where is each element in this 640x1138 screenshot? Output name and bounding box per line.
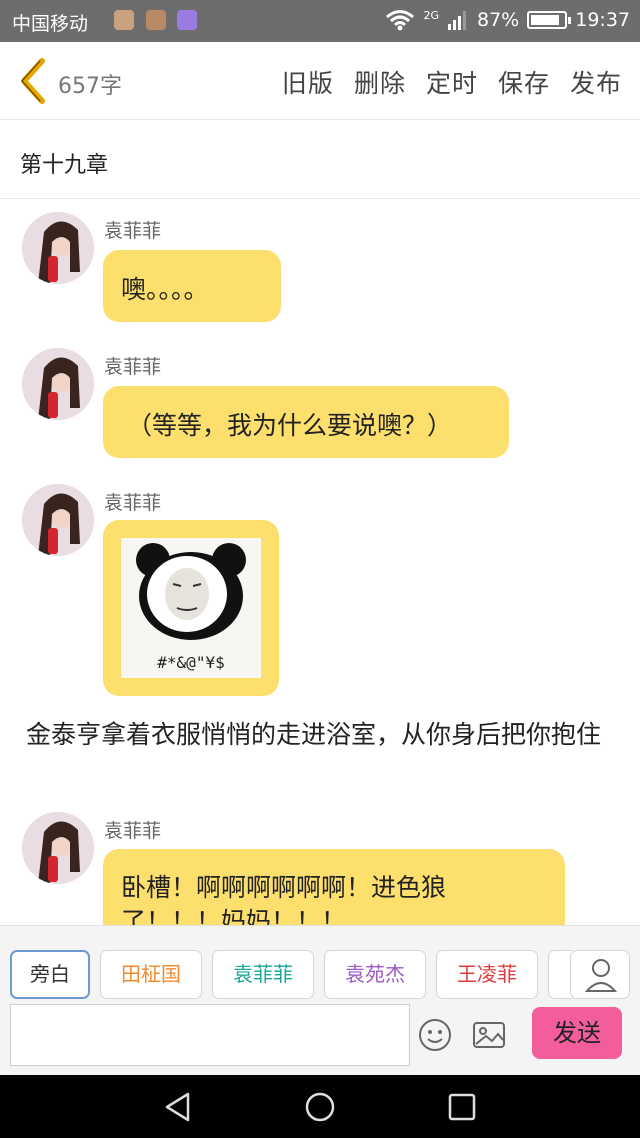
delete-button[interactable]: 删除	[354, 64, 406, 100]
character-name: 袁菲菲	[233, 962, 293, 986]
character-name: 袁苑杰	[345, 962, 405, 986]
old-version-button[interactable]: 旧版	[282, 64, 334, 100]
sticker-bubble[interactable]: #*&@"¥$	[103, 520, 279, 696]
system-nav-bar	[0, 1075, 640, 1138]
character-name: 王凌菲	[457, 962, 517, 986]
word-count: 657字	[58, 74, 122, 99]
chapter-title: 第十九章	[20, 153, 109, 178]
dialogue-bubble[interactable]: （等等，我为什么要说噢？）	[103, 386, 509, 458]
manage-characters-button[interactable]	[570, 950, 630, 999]
nav-home-icon[interactable]	[304, 1091, 336, 1123]
character-name: 田柾国	[121, 962, 181, 986]
chapter-title-row[interactable]: 第十九章	[0, 121, 640, 199]
carrier-label: 中国移动	[12, 13, 89, 35]
clock: 19:37	[575, 9, 630, 31]
speaker-name: 袁菲菲	[104, 492, 162, 514]
message-input[interactable]	[10, 1004, 410, 1066]
speaker-name: 袁菲菲	[104, 820, 162, 842]
emoji-icon[interactable]	[418, 1018, 452, 1052]
avatar	[22, 348, 94, 420]
nav-back-icon[interactable]	[162, 1091, 194, 1123]
dialogue-line: 卧槽！啊啊啊啊啊啊！进色狼	[121, 873, 447, 902]
panda-face-icon	[136, 543, 246, 640]
narration-text[interactable]: 金泰亨拿着衣服悄悄的走进浴室，从你身后把你抱住	[26, 718, 616, 752]
speaker-name: 袁菲菲	[104, 356, 162, 378]
save-button[interactable]: 保存	[498, 64, 550, 100]
avatar	[22, 212, 94, 284]
notification-cake-icon-2	[146, 10, 166, 30]
wifi-icon	[386, 10, 415, 31]
status-bar: 中国移动 2G 87% 19:37	[0, 0, 640, 42]
compose-panel: 旁白 田柾国 袁菲菲 袁苑杰 王凌菲 发送	[0, 925, 640, 1075]
avatar	[22, 484, 94, 556]
battery-percent: 87%	[477, 9, 520, 31]
send-label: 发送	[553, 1019, 601, 1047]
notification-cake-icon	[114, 10, 134, 30]
editor-toolbar: 657字 旧版 删除 定时 保存 发布	[0, 42, 640, 120]
avatar	[22, 812, 94, 884]
toolbar-actions: 旧版 删除 定时 保存 发布	[282, 64, 622, 100]
network-type: 2G	[423, 8, 439, 22]
back-chevron-icon[interactable]	[14, 56, 54, 106]
gallery-notification-icon	[177, 10, 197, 30]
send-button[interactable]: 发送	[532, 1007, 622, 1059]
sticker-caption: #*&@"¥$	[157, 653, 225, 672]
character-chip[interactable]: 袁苑杰	[324, 950, 426, 999]
signal-icon	[448, 11, 466, 30]
panda-meme-sticker: #*&@"¥$	[121, 538, 261, 678]
dialogue-bubble[interactable]: 噢。。。。	[103, 250, 281, 322]
speaker-name: 袁菲菲	[104, 220, 162, 242]
publish-button[interactable]: 发布	[570, 64, 622, 100]
dialogue-text: 噢。。。。	[121, 275, 209, 304]
schedule-button[interactable]: 定时	[426, 64, 478, 100]
character-chip[interactable]: 王凌菲	[436, 950, 538, 999]
nav-recents-icon[interactable]	[446, 1091, 478, 1123]
character-chip[interactable]: 袁菲菲	[212, 950, 314, 999]
character-chip-narrator[interactable]: 旁白	[10, 950, 90, 999]
person-icon	[584, 959, 618, 992]
image-icon[interactable]	[472, 1018, 506, 1052]
battery-icon	[527, 11, 572, 29]
character-name: 旁白	[30, 962, 70, 986]
character-chip-partial[interactable]	[548, 950, 572, 999]
dialogue-text: （等等，我为什么要说噢？）	[127, 411, 453, 440]
character-chip[interactable]: 田柾国	[100, 950, 202, 999]
